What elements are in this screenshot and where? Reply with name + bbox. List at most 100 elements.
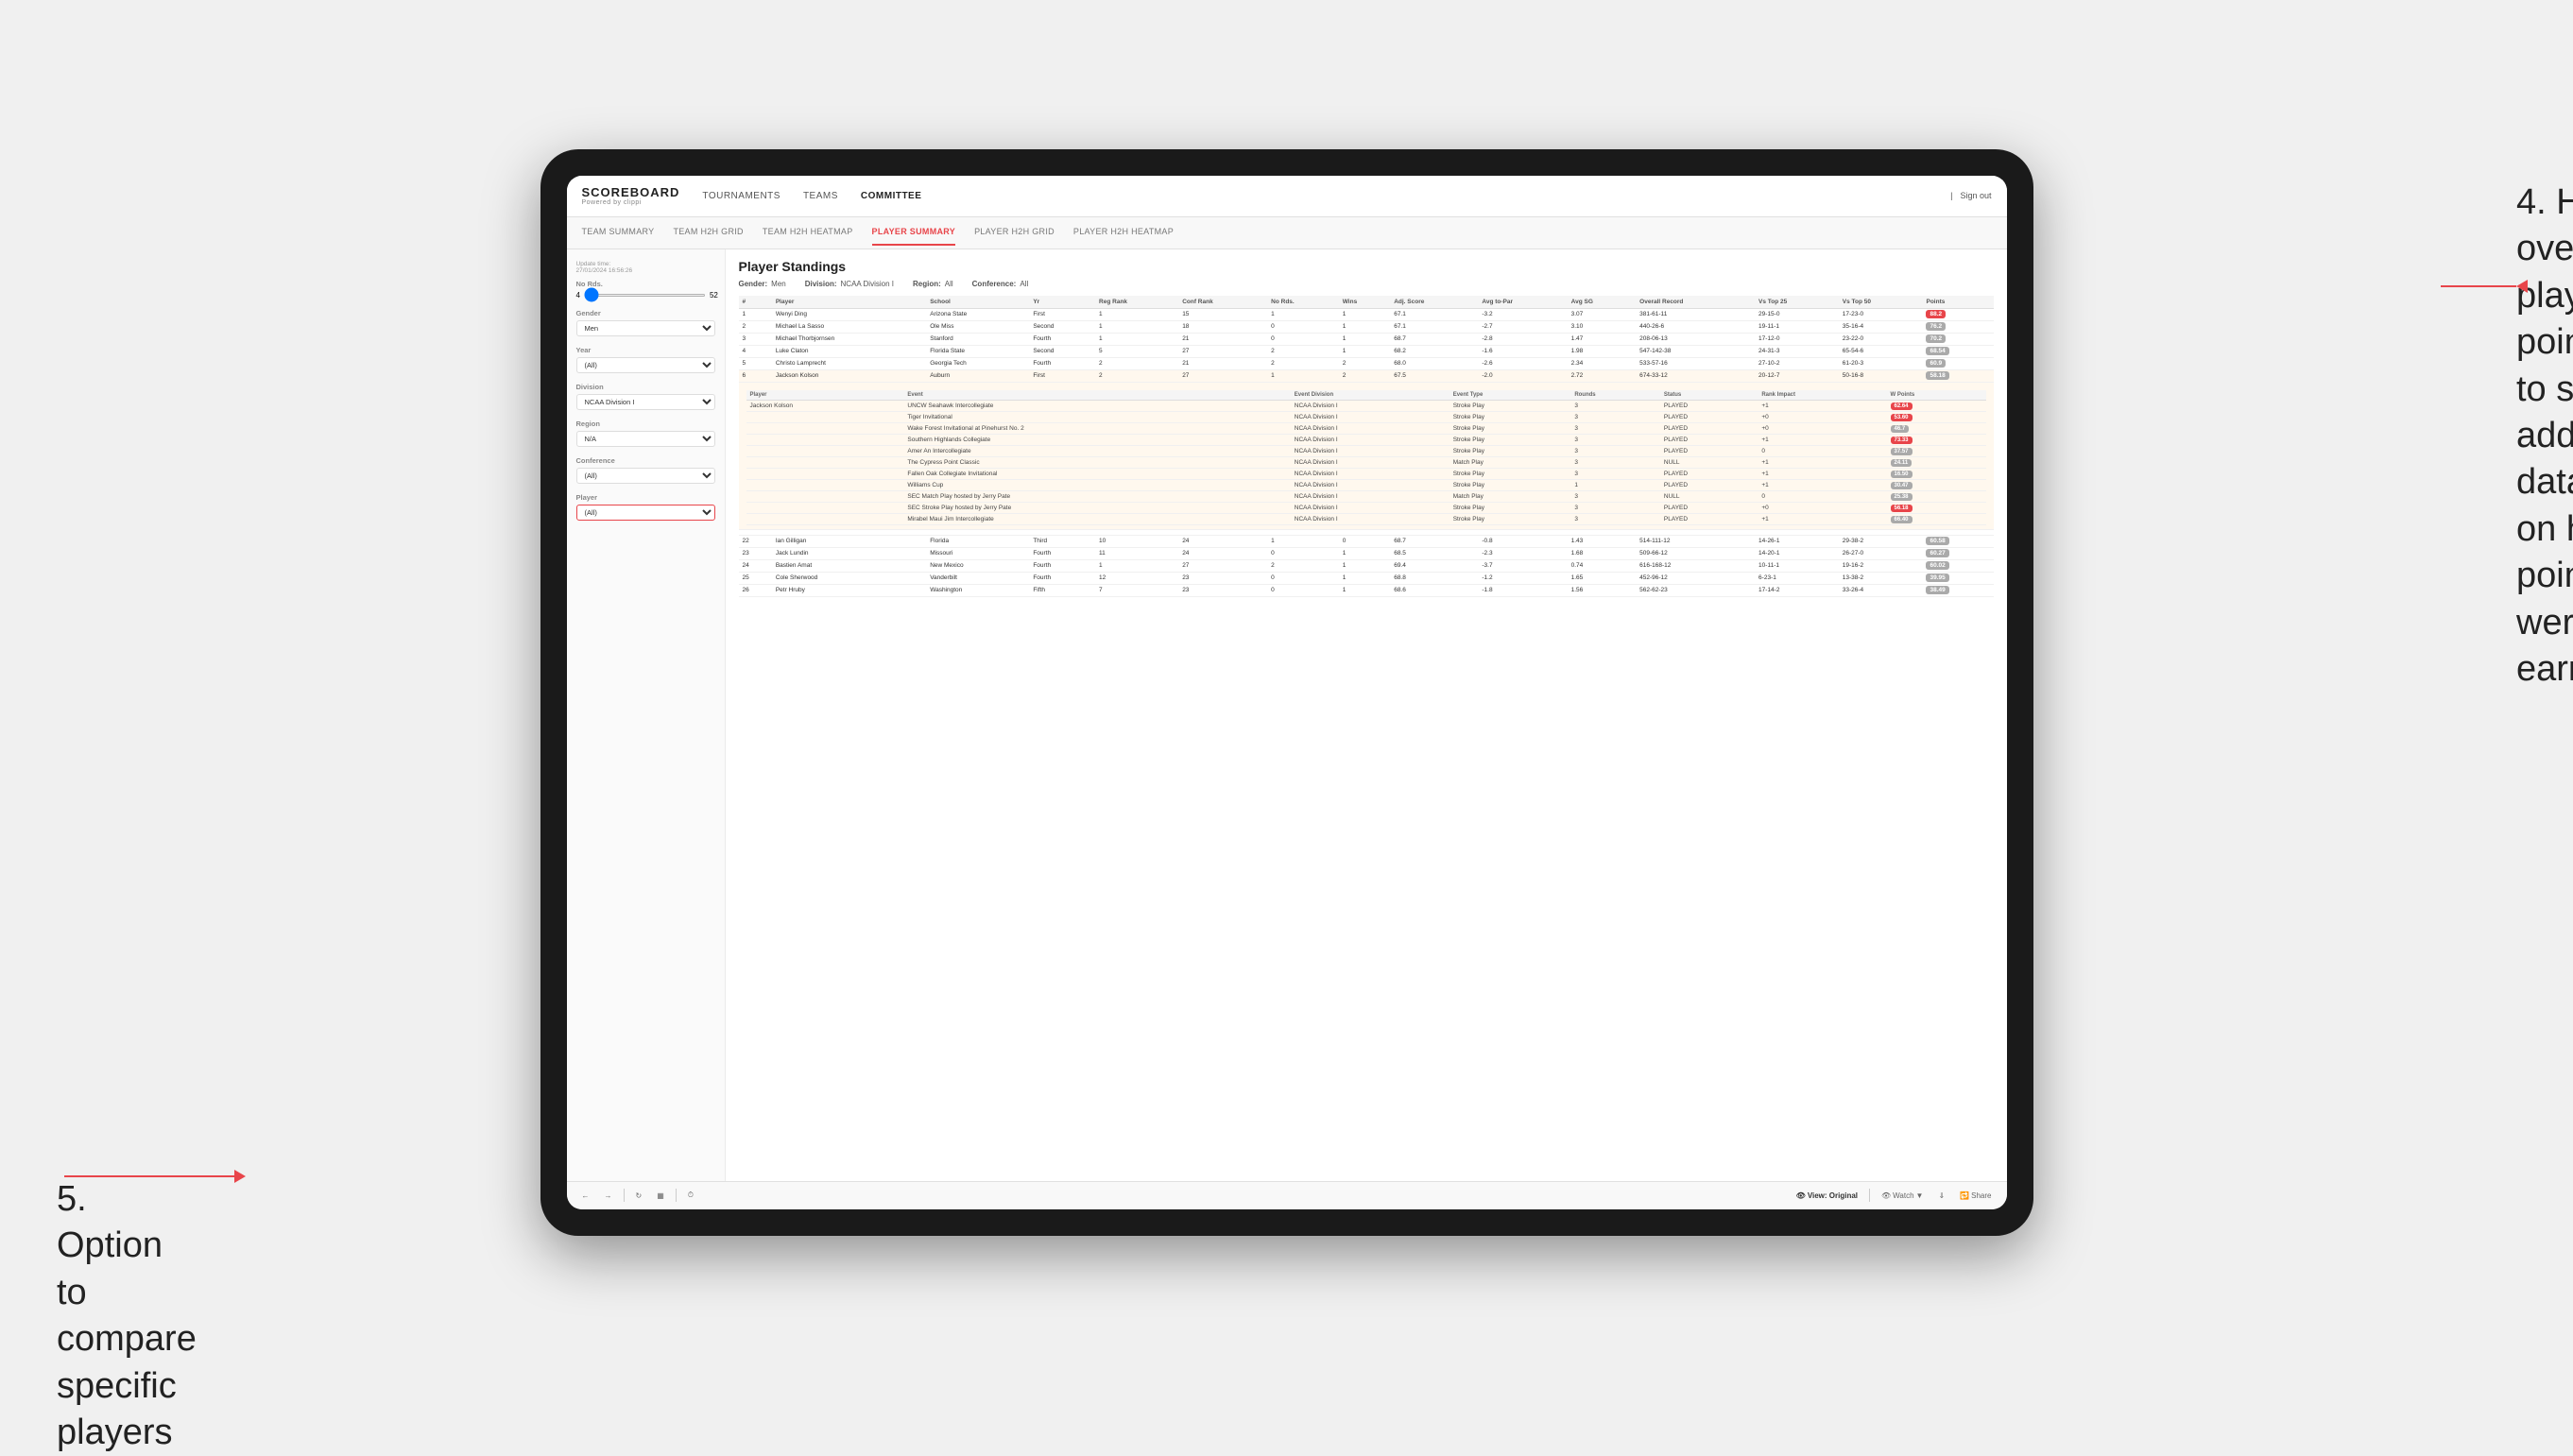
table-row: 25 Cole Sherwood Vanderbilt Fourth 12 23… (739, 572, 1994, 584)
annotation-4-text: 4. Hover over aplayer's pointsto seeaddi… (2516, 180, 2573, 693)
col-conf-rank: Conf Rank (1178, 296, 1267, 309)
col-reg-rank: Reg Rank (1095, 296, 1178, 309)
tab-player-h2h-heatmap[interactable]: PLAYER H2H HEATMAP (1073, 219, 1174, 246)
year-label: Year (576, 346, 715, 354)
points-badge[interactable]: 60.02 (1926, 561, 1948, 570)
col-yr: Yr (1029, 296, 1095, 309)
sub-nav: TEAM SUMMARY TEAM H2H GRID TEAM H2H HEAT… (567, 217, 2007, 249)
w-points-badge-gray[interactable]: 46.7 (1891, 425, 1910, 433)
conference-select[interactable]: (All) (576, 468, 715, 484)
sidebar-year: Year (All) (576, 346, 715, 373)
nav-committee[interactable]: COMMITTEE (861, 187, 922, 205)
year-select[interactable]: (All) (576, 357, 715, 373)
watch-icon: 👁 (1881, 1191, 1891, 1200)
points-badge[interactable]: 39.95 (1926, 574, 1948, 582)
points-badge[interactable]: 60.9 (1926, 359, 1946, 368)
player-select[interactable]: (All) (576, 505, 715, 521)
share-button[interactable]: 🔁 Share (1956, 1190, 1995, 1202)
points-badge[interactable]: 76.2 (1926, 322, 1946, 331)
rds-range-input[interactable] (584, 294, 706, 297)
view-original-button[interactable]: 👁 View: Original (1793, 1190, 1861, 1202)
logo-area: SCOREBOARD Powered by clippi (582, 185, 680, 206)
tab-player-h2h-grid[interactable]: PLAYER H2H GRID (974, 219, 1055, 246)
table-row: 2 Michael La Sasso Ole Miss Second 1 18 … (739, 320, 1994, 333)
nav-teams[interactable]: TEAMS (803, 187, 838, 205)
redo-button[interactable]: → (601, 1190, 616, 1202)
col-points: Points (1922, 296, 1993, 309)
player-label: Player (576, 493, 715, 502)
w-points-badge-gray[interactable]: 66.40 (1891, 516, 1913, 523)
w-points-badge[interactable]: 62.64 (1891, 403, 1913, 410)
points-badge[interactable]: 58.18 (1926, 371, 1948, 380)
sidebar-gender: Gender Men (576, 309, 715, 336)
w-points-badge-gray[interactable]: 16.50 (1891, 471, 1913, 478)
w-points-badge[interactable]: 53.60 (1891, 414, 1913, 421)
gender-select[interactable]: Men (576, 320, 715, 336)
rds-min: 4 (576, 291, 580, 300)
tab-team-h2h-grid[interactable]: TEAM H2H GRID (673, 219, 743, 246)
expanded-detail-row: Player Event Event Division Event Type R… (739, 382, 1994, 529)
division-label: Division (576, 383, 715, 391)
rds-max: 52 (710, 291, 718, 300)
col-vs25: Vs Top 25 (1755, 296, 1839, 309)
sub-table-row: Fallen Oak Collegiate Invitational NCAA … (746, 468, 1986, 479)
sub-table-row: The Cypress Point Classic NCAA Division … (746, 456, 1986, 468)
share-icon: 🔁 (1960, 1191, 1969, 1200)
col-school: School (926, 296, 1029, 309)
conference-filter-value: All (1020, 280, 1028, 288)
points-badge[interactable]: 68.54 (1926, 347, 1948, 355)
conference-filter: Conference: All (972, 280, 1029, 288)
points-badge[interactable]: 70.2 (1926, 334, 1946, 343)
nav-links: TOURNAMENTS TEAMS COMMITTEE (702, 187, 1950, 205)
sidebar-division: Division NCAA Division I (576, 383, 715, 410)
w-points-badge-gray[interactable]: 30.47 (1891, 482, 1913, 489)
points-badge[interactable]: 88.2 (1926, 310, 1946, 318)
gender-label: Gender (576, 309, 715, 317)
divider-icon: | (1950, 191, 1952, 200)
undo-button[interactable]: ← (578, 1190, 593, 1202)
w-points-badge-gray[interactable]: 25.38 (1891, 493, 1913, 501)
points-badge[interactable]: 60.27 (1926, 549, 1948, 557)
tab-team-summary[interactable]: TEAM SUMMARY (582, 219, 655, 246)
col-no-rds: No Rds. (1267, 296, 1339, 309)
sign-out-button[interactable]: Sign out (1960, 191, 1991, 200)
sub-table-row: SEC Stroke Play hosted by Jerry Pate NCA… (746, 502, 1986, 513)
eye-icon: 👁 (1796, 1191, 1806, 1200)
rds-range-row: 4 52 (576, 291, 715, 300)
logo-sub: Powered by clippi (582, 199, 680, 206)
watch-button[interactable]: 👁 Watch ▼ (1878, 1190, 1927, 1202)
nav-tournaments[interactable]: TOURNAMENTS (702, 187, 780, 205)
arrowhead-left (2516, 280, 2528, 293)
update-time: Update time: 27/01/2024 16:56:26 (576, 261, 715, 274)
points-badge[interactable]: 60.58 (1926, 537, 1948, 545)
tablet-device: SCOREBOARD Powered by clippi TOURNAMENTS… (540, 149, 2033, 1236)
sub-table-row: Williams Cup NCAA Division I Stroke Play… (746, 479, 1986, 490)
separator (676, 1189, 677, 1202)
tab-team-h2h-heatmap[interactable]: TEAM H2H HEATMAP (763, 219, 853, 246)
table-row-expanded: 6 Jackson Kolson Auburn First 2 27 1 2 6… (739, 369, 1994, 382)
w-points-badge[interactable]: 73.33 (1891, 437, 1913, 444)
w-points-badge-gray[interactable]: 24.11 (1891, 459, 1913, 467)
points-badge[interactable]: 38.49 (1926, 586, 1948, 594)
w-points-badge[interactable]: 56.18 (1891, 505, 1913, 512)
arrow-line (2441, 285, 2516, 287)
download-button[interactable]: ⇓ (1934, 1190, 1948, 1202)
timer-button[interactable]: ⏱ (684, 1189, 697, 1202)
region-select[interactable]: N/A (576, 431, 715, 447)
player-standings-table: # Player School Yr Reg Rank Conf Rank No… (739, 296, 1994, 597)
sub-table-row: Jackson Kolson UNCW Seahawk Intercollegi… (746, 400, 1986, 411)
w-points-badge-gray[interactable]: 37.57 (1891, 448, 1913, 455)
division-select[interactable]: NCAA Division I (576, 394, 715, 410)
sub-table-row: Southern Highlands Collegiate NCAA Divis… (746, 434, 1986, 445)
refresh-button[interactable]: ↻ (632, 1190, 646, 1202)
main-content: Update time: 27/01/2024 16:56:26 No Rds.… (567, 249, 2007, 1181)
sub-table-row: Tiger Invitational NCAA Division I Strok… (746, 411, 1986, 422)
annotation-5-arrow (64, 1170, 246, 1183)
annotation-5-text: 5. Option tocomparespecific players (57, 1176, 197, 1456)
tab-player-summary[interactable]: PLAYER SUMMARY (872, 219, 956, 246)
copy-button[interactable]: ▦ (653, 1190, 668, 1202)
page-title: Player Standings (739, 259, 1994, 274)
sidebar-region: Region N/A (576, 420, 715, 447)
col-record: Overall Record (1636, 296, 1755, 309)
conference-label: Conference (576, 456, 715, 465)
